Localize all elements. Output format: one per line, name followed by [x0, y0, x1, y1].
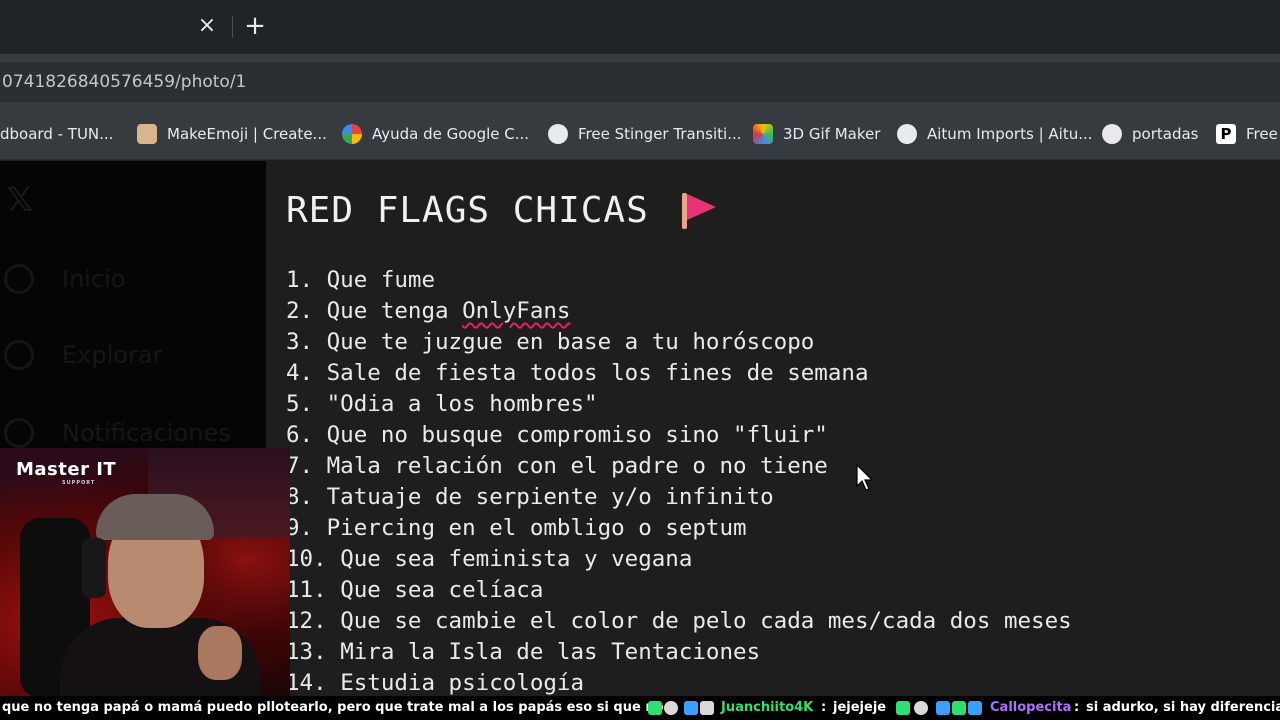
chat-message: si adurko, si hay diferencia: [1086, 700, 1280, 715]
chat-ticker: que no tenga papá o mamá puedo pllotearl…: [0, 696, 1280, 720]
browser-toolbar: 0741826840576459/photo/1: [0, 54, 1280, 108]
bookmark-label: Free Stinger Transiti...: [578, 125, 742, 143]
tab-strip: × +: [0, 0, 1280, 54]
bookmark-label: portadas: [1132, 125, 1199, 143]
list-item: 9. Piercing en el ombligo o septum: [286, 515, 747, 541]
tab-divider: [232, 16, 233, 38]
badge-icon: [700, 701, 714, 715]
emote-icon: [648, 701, 662, 715]
chat-separator: :: [821, 700, 827, 715]
spellcheck-underlined-word: OnlyFans: [462, 298, 571, 324]
cap: [96, 494, 214, 540]
red-flag-icon: [682, 193, 716, 229]
home-icon: [4, 264, 34, 294]
url-text[interactable]: 0741826840576459/photo/1: [2, 72, 246, 92]
bell-icon: [4, 418, 34, 448]
emote-icon: [664, 701, 678, 715]
emote-icon: [896, 701, 910, 715]
chat-username: Callopecita: [990, 700, 1072, 715]
google-icon: [342, 124, 362, 144]
list-item: 4. Sale de fiesta todos los fines de sem…: [286, 360, 869, 386]
emote-icon: [914, 701, 928, 715]
chat-message: jejejeje: [833, 700, 887, 715]
bookmark-label: Ayuda de Google C...: [372, 125, 530, 143]
list-item: 7. Mala relación con el padre o no tiene: [286, 453, 828, 479]
list-item: 5. "Odia a los hombres": [286, 391, 598, 417]
list-item: 12. Que se cambie el color de pelo cada …: [286, 608, 1072, 634]
list-item: 3. Que te juzgue en base a tu horóscopo: [286, 329, 815, 355]
list-item: 1. Que fume: [286, 267, 436, 293]
bookmark-aitum[interactable]: Aitum Imports | Aitu...: [897, 122, 1093, 146]
badge-icon: [968, 701, 982, 715]
list-item: 10. Que sea feminista y vegana: [286, 546, 693, 572]
mouse-cursor-icon: [856, 464, 874, 491]
nav-item-inicio[interactable]: Inicio: [0, 259, 266, 299]
nav-item-label: Notificaciones: [62, 419, 231, 447]
search-icon: [4, 340, 34, 370]
chat-separator: :: [1074, 700, 1080, 715]
list-item: 13. Mira la Isla de las Tentaciones: [286, 639, 761, 665]
stinger-icon: [548, 124, 568, 144]
page-title: RED FLAGS CHICAS: [286, 190, 649, 231]
bookmarks-bar: dboard - TUN... MakeEmoji | Create... Ay…: [0, 108, 1280, 160]
chat-username: Juanchiito4K: [721, 700, 814, 715]
list-item: 6. Que no busque compromiso sino "fluir": [286, 422, 828, 448]
makeemoji-icon: [137, 124, 157, 144]
streamer-hand: [198, 626, 242, 680]
webcam-overlay: Master IT SUPPORT: [0, 448, 290, 696]
bookmark-stinger[interactable]: Free Stinger Transiti...: [548, 122, 742, 146]
new-tab-button[interactable]: +: [244, 12, 266, 40]
nav-item-notificaciones[interactable]: Notificaciones: [0, 413, 266, 453]
nav-item-label: Inicio: [62, 265, 126, 293]
headset: [82, 538, 106, 598]
aitum-icon: [897, 124, 917, 144]
badge-icon: [936, 701, 950, 715]
bookmark-free[interactable]: P Free: [1216, 122, 1278, 146]
x-logo-icon[interactable]: 𝕏: [6, 183, 40, 217]
master-it-logo: Master IT SUPPORT: [16, 459, 117, 487]
chat-message: que no tenga papá o mamá puedo pllotearl…: [2, 700, 664, 715]
active-tab[interactable]: ×: [0, 0, 230, 54]
list-item: 11. Que sea celíaca: [286, 577, 544, 603]
list-item: 8. Tatuaje de serpiente y/o infinito: [286, 484, 774, 510]
bookmark-label: dboard - TUN...: [0, 125, 114, 143]
gif-maker-icon: [753, 124, 773, 144]
bookmark-portadas[interactable]: portadas: [1102, 122, 1198, 146]
list-item: 14. Estudia psicología: [286, 670, 585, 696]
p-icon: P: [1216, 124, 1236, 144]
bookmark-label: 3D Gif Maker: [783, 125, 881, 143]
bookmark-label: Free: [1246, 125, 1278, 143]
photo-viewer[interactable]: RED FLAGS CHICAS 1. Que fume 2. Que teng…: [266, 161, 1280, 720]
red-flag-list: 1. Que fume 2. Que tenga OnlyFans 3. Que…: [286, 265, 1072, 699]
tab-close-icon[interactable]: ×: [197, 14, 217, 38]
badge-icon: [684, 701, 698, 715]
bookmark-label: Aitum Imports | Aitu...: [927, 125, 1093, 143]
bookmark-makeemoji[interactable]: MakeEmoji | Create...: [137, 122, 327, 146]
portadas-icon: [1102, 124, 1122, 144]
nav-item-explorar[interactable]: Explorar: [0, 335, 266, 375]
address-bar[interactable]: 0741826840576459/photo/1: [0, 62, 1280, 102]
nav-item-label: Explorar: [62, 341, 163, 369]
badge-icon: [952, 701, 966, 715]
bookmark-label: MakeEmoji | Create...: [167, 125, 327, 143]
list-item: 2. Que tenga OnlyFans: [286, 298, 571, 324]
bookmark-google-help[interactable]: Ayuda de Google C...: [342, 122, 529, 146]
bookmark-3d-gif-maker[interactable]: 3D Gif Maker: [753, 122, 880, 146]
bookmark-dashboard[interactable]: dboard - TUN...: [0, 122, 113, 146]
